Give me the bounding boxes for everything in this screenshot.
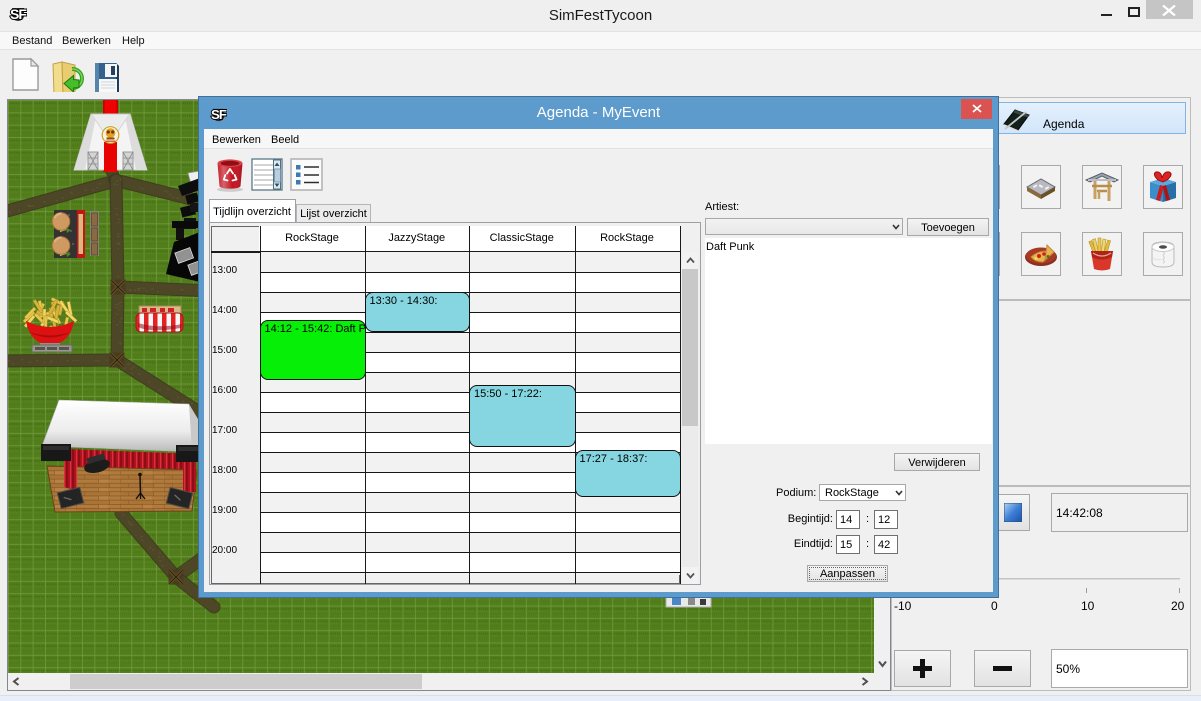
svg-text:SF: SF bbox=[10, 6, 27, 22]
svg-text:SF: SF bbox=[211, 107, 227, 122]
